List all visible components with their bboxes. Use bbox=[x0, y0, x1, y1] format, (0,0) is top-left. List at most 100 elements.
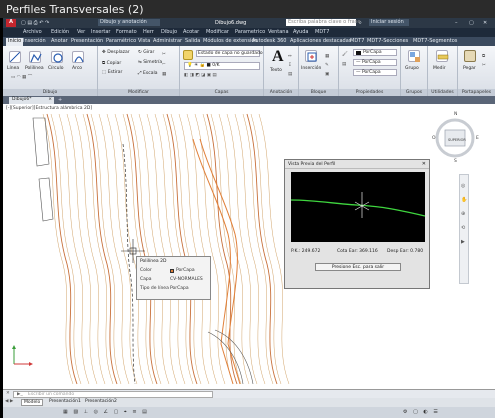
menu-ventana[interactable]: Ventana bbox=[268, 29, 289, 35]
layer-tools[interactable]: ◧ ◨ ◩ ◪ ▣ ▤ bbox=[184, 73, 217, 78]
line-button[interactable]: Línea bbox=[7, 66, 19, 71]
panel-modify-title[interactable]: Modificar bbox=[98, 89, 179, 96]
navigation-tools[interactable]: ◎ ✋ ⊕ ⟲ ▶ bbox=[461, 179, 467, 249]
workspace-dropdown[interactable]: Dibujo y anotación bbox=[98, 19, 160, 26]
circle-button[interactable]: Círculo bbox=[48, 66, 63, 71]
drawing-viewport[interactable]: [-][Superior][Estructura alámbrica 2D] S… bbox=[3, 104, 495, 389]
mirror-button[interactable]: ⇋ Simetría bbox=[138, 60, 162, 65]
menu-herr[interactable]: Herr bbox=[143, 29, 154, 35]
signin-button[interactable]: Iniciar sesión bbox=[369, 19, 409, 26]
menu-ayuda[interactable]: Ayuda bbox=[293, 29, 308, 35]
viewcube-face[interactable]: SUPERIOR bbox=[448, 138, 466, 142]
tab-insercion[interactable]: Inserción bbox=[21, 38, 48, 44]
new-tab-icon[interactable]: + bbox=[58, 97, 62, 103]
insert-block-icon[interactable] bbox=[305, 50, 317, 62]
layer-state-dropdown[interactable]: Estado de capa no guardado bbox=[196, 50, 263, 57]
layout-tab-model[interactable]: Modelo bbox=[21, 399, 44, 406]
polyline-icon[interactable] bbox=[29, 51, 42, 63]
close-icon[interactable]: ✕ bbox=[483, 20, 487, 26]
polyline-button[interactable]: Polilínea bbox=[25, 66, 44, 71]
panel-groups-title[interactable]: Grupos bbox=[401, 89, 427, 96]
search-input[interactable]: Escriba palabra clave o frase bbox=[286, 19, 360, 26]
close-tab-icon[interactable]: × bbox=[48, 97, 54, 102]
group-icon[interactable] bbox=[408, 50, 420, 62]
tab-salida[interactable]: Salida bbox=[183, 38, 202, 44]
section-axis bbox=[122, 143, 136, 385]
insert-button[interactable]: Inserción bbox=[301, 66, 321, 71]
viewcube-east[interactable]: E bbox=[476, 136, 479, 141]
menu-insertar[interactable]: Insertar bbox=[91, 29, 110, 35]
exit-button[interactable]: Presione Esc. para salir bbox=[315, 263, 401, 271]
move-button[interactable]: ✥ Desplazar bbox=[102, 50, 130, 55]
tab-anotar[interactable]: Anotar bbox=[49, 38, 70, 44]
measure-icon[interactable] bbox=[436, 50, 449, 62]
minimize-icon[interactable]: – bbox=[455, 20, 458, 26]
menu-dibujo[interactable]: Dibujo bbox=[161, 29, 177, 35]
current-layer-dropdown[interactable]: 💡 ☀ 🔓 ■ 0/K bbox=[184, 62, 260, 70]
tab-aplicaciones[interactable]: Aplicaciones destacadas bbox=[288, 38, 353, 44]
copy-button[interactable]: ⧉ Copiar bbox=[102, 60, 121, 66]
linetype-dropdown[interactable]: — PorCapa bbox=[353, 59, 397, 66]
command-close-icon[interactable]: ✕ bbox=[6, 391, 10, 396]
arc-icon[interactable] bbox=[72, 51, 84, 63]
menu-formato[interactable]: Formato bbox=[116, 29, 137, 35]
app-menu-button[interactable]: A bbox=[6, 19, 16, 27]
text-icon[interactable]: A bbox=[272, 48, 284, 66]
panel-draw-title[interactable]: Dibujo bbox=[3, 89, 97, 96]
viewcube-south[interactable]: S bbox=[454, 159, 457, 164]
match-properties-icon[interactable]: 🖌 ▤ bbox=[342, 50, 348, 70]
arc-button[interactable]: Arco bbox=[72, 66, 82, 71]
panel-utilities-title[interactable]: Utilidades bbox=[428, 89, 457, 96]
rotate-button[interactable]: ↻ Girar bbox=[138, 50, 154, 55]
tab-administrar[interactable]: Administrar bbox=[151, 38, 184, 44]
lineweight-dropdown[interactable]: — PorCapa bbox=[353, 69, 397, 76]
scale-button[interactable]: ⤢ Escala bbox=[138, 70, 157, 76]
menu-edicion[interactable]: Edición bbox=[51, 29, 69, 35]
profile-window-title: Vista Previa del Perfil bbox=[285, 160, 429, 169]
command-input[interactable]: ▶_ Escribir un comando bbox=[13, 391, 213, 398]
annotation-tools[interactable]: ↔ ↧ ▤ bbox=[288, 52, 292, 79]
tab-autodesk360[interactable]: Autodesk 360 bbox=[250, 38, 289, 44]
tab-vista[interactable]: Vista bbox=[136, 38, 152, 44]
panel-block-title[interactable]: Bloque bbox=[299, 89, 338, 96]
stretch-button[interactable]: ⬚ Estirar bbox=[102, 70, 122, 75]
status-tray-icons[interactable]: ⚙ ▢ ◐ ☰ bbox=[403, 409, 440, 415]
tab-mdt7-secciones[interactable]: MDT7-Secciones bbox=[365, 38, 410, 44]
maximize-icon[interactable]: ▢ bbox=[469, 20, 474, 26]
qat-icons[interactable]: ▢ ▤ ⎙ ↶ ↷ bbox=[21, 20, 49, 26]
panel-clipboard-title[interactable]: Portapapeles bbox=[458, 89, 495, 96]
line-icon[interactable] bbox=[9, 51, 21, 63]
viewcube-north[interactable]: N bbox=[454, 112, 457, 117]
menu-ver[interactable]: Ver bbox=[77, 29, 85, 35]
menu-parametrico[interactable]: Parametrico bbox=[235, 29, 265, 35]
tab-mdt7-segmentos[interactable]: MDT7-Segmentos bbox=[411, 38, 459, 44]
drafting-toggles[interactable]: ▦ ▨ ⊥ ◎ ∠ ▢ ⌖ ≡ ▤ bbox=[63, 409, 149, 415]
tab-presentacion[interactable]: Presentación bbox=[69, 38, 105, 44]
document-tab[interactable]: Dibujo6* × bbox=[9, 97, 54, 104]
menu-acotar[interactable]: Acotar bbox=[183, 29, 199, 35]
color-dropdown[interactable]: PorCapa bbox=[353, 49, 397, 56]
layer-properties-icon[interactable] bbox=[183, 50, 193, 60]
panel-properties-title[interactable]: Propiedades bbox=[339, 89, 400, 96]
text-button[interactable]: Texto bbox=[270, 68, 282, 73]
viewport-label[interactable]: [-][Superior][Estructura alámbrica 2D] bbox=[6, 106, 92, 111]
clipboard-tools[interactable]: ⧉ ✂ bbox=[482, 52, 486, 70]
paste-button[interactable]: Pegar bbox=[463, 66, 476, 71]
menu-modificar[interactable]: Modificar bbox=[206, 29, 229, 35]
tab-parametrico[interactable]: Paramétrico bbox=[104, 38, 138, 44]
block-tools[interactable]: ▦ ✎ ▣ bbox=[325, 52, 329, 79]
modify-extra-tools[interactable]: ✂ ⌐ ▦ bbox=[162, 50, 166, 80]
group-button[interactable]: Grupo bbox=[405, 66, 419, 71]
circle-icon[interactable] bbox=[51, 51, 63, 63]
panel-annotation-title[interactable]: Anotación bbox=[264, 89, 298, 96]
draw-extra-tools[interactable]: ▭ ◠ ▦ ⌒ bbox=[11, 74, 32, 80]
menu-mdt7[interactable]: MDT7 bbox=[315, 29, 329, 35]
menu-archivo[interactable]: Archivo bbox=[23, 29, 42, 35]
viewcube-west[interactable]: O bbox=[432, 136, 436, 141]
panel-layers-title[interactable]: Capas bbox=[180, 89, 263, 96]
tab-mdt7[interactable]: MDT7 bbox=[348, 38, 366, 44]
search-icon[interactable]: ⌕ bbox=[359, 20, 362, 26]
paste-icon[interactable] bbox=[464, 50, 476, 62]
close-icon[interactable]: ✕ bbox=[422, 161, 426, 167]
measure-button[interactable]: Medir bbox=[433, 66, 446, 71]
